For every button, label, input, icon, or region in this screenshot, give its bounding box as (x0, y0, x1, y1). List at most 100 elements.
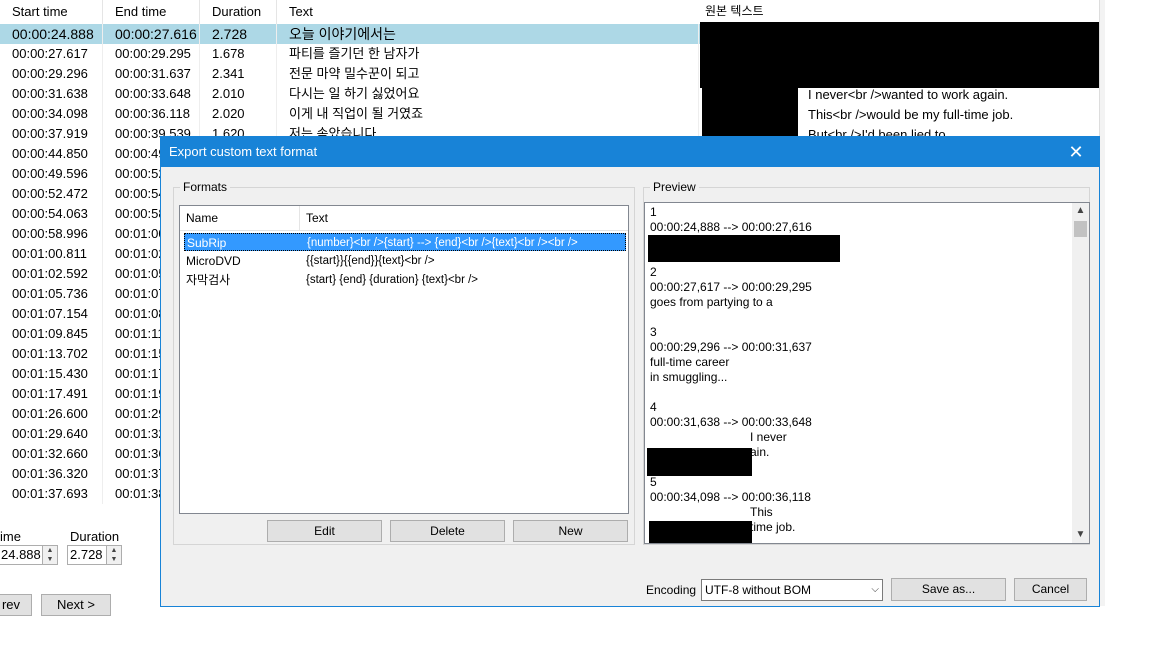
spin-up-icon[interactable]: ▲ (42, 546, 57, 555)
chevron-down-icon: ⌵ (871, 584, 879, 595)
close-icon[interactable]: ✕ (1061, 137, 1091, 167)
table-row[interactable]: 00:00:29.296 00:00:31.637 2.341 전문 마약 밀수꾼이 … (0, 64, 700, 84)
preview-line: 00:00:29,296 --> 00:00:31,637 (650, 340, 812, 354)
duration-label: Duration (70, 529, 120, 544)
format-text: {number}<br />{start} --> {end}<br />{te… (307, 237, 578, 249)
cell-start: 00:00:34.098 (0, 104, 103, 124)
preview-scrollbar[interactable]: ▲ ▼ (1072, 203, 1089, 543)
new-button[interactable]: New (513, 520, 628, 542)
cell-end: 00:00:36.118 (103, 104, 200, 124)
col-format-text[interactable]: Text (300, 206, 624, 230)
preview-line: This (750, 505, 773, 519)
delete-button[interactable]: Delete (390, 520, 505, 542)
col-end-time[interactable]: End time (103, 0, 200, 24)
cell-duration: 2.341 (200, 64, 277, 84)
original-line: This<br />would be my full-time job. (808, 107, 1014, 122)
cell-start: 00:00:49.596 (0, 164, 103, 184)
format-row-custom[interactable]: 자막검사 {start} {end} {duration} {text}<br … (184, 271, 626, 289)
cell-start: 00:01:15.430 (0, 364, 103, 384)
cell-end: 00:00:33.648 (103, 84, 200, 104)
encoding-select[interactable]: UTF-8 without BOM ⌵ (701, 579, 883, 601)
cell-start: 00:01:05.736 (0, 284, 103, 304)
col-name[interactable]: Name (180, 206, 300, 230)
preview-line: in smuggling... (650, 370, 728, 384)
cell-start: 00:01:00.811 (0, 244, 103, 264)
col-duration[interactable]: Duration (200, 0, 277, 24)
export-dialog: Export custom text format ✕ Formats Name… (160, 136, 1100, 607)
dialog-titlebar[interactable]: Export custom text format ✕ (161, 137, 1099, 167)
start-time-value: 24.888 (1, 547, 41, 562)
next-button[interactable]: Next > (41, 594, 111, 616)
preview-line: 1 (650, 205, 657, 219)
cell-start: 00:01:13.702 (0, 344, 103, 364)
col-text[interactable]: Text (277, 0, 699, 24)
format-row-subrip[interactable]: SubRip {number}<br />{start} --> {end}<b… (184, 233, 626, 251)
format-text: {start} {end} {duration} {text}<br /> (306, 274, 479, 286)
spin-down-icon[interactable]: ▼ (42, 555, 57, 564)
encoding-value: UTF-8 without BOM (705, 583, 812, 597)
formats-group: Formats Name Text SubRip {number}<br />{… (173, 180, 635, 545)
duration-value: 2.728 (70, 547, 103, 562)
cell-start: 00:01:32.660 (0, 444, 103, 464)
preview-group: Preview 100:00:24,888 --> 00:00:27,616p2… (643, 180, 1090, 545)
formats-title: Formats (180, 180, 231, 194)
formats-list[interactable]: Name Text SubRip {number}<br />{start} -… (179, 205, 629, 514)
preview-line: I never (750, 430, 787, 444)
cell-start: 00:01:17.491 (0, 384, 103, 404)
redaction-block (647, 448, 752, 476)
cell-start: 00:01:09.845 (0, 324, 103, 344)
format-row-microdvd[interactable]: MicroDVD {{start}}{{end}}{text}<br /> (184, 252, 626, 270)
preview-line: 5 (650, 475, 657, 489)
spin-up-icon[interactable]: ▲ (106, 546, 121, 555)
redaction-block (700, 22, 1100, 88)
table-row[interactable]: 00:00:31.638 00:00:33.648 2.010 다시는 일 하기 싫었… (0, 84, 700, 104)
format-name: MicroDVD (186, 254, 241, 268)
cell-duration: 1.678 (200, 44, 277, 64)
table-row[interactable]: 00:00:34.098 00:00:36.118 2.020 이게 내 직업이 될 … (0, 104, 700, 124)
cell-start: 00:01:26.600 (0, 404, 103, 424)
cell-text: 다시는 일 하기 싫었어요 (277, 84, 699, 104)
preview-line: time job. (750, 520, 796, 534)
format-text: {{start}}{{end}}{text}<br /> (306, 255, 435, 267)
cell-end: 00:00:27.616 (103, 24, 200, 44)
cell-start: 00:00:37.919 (0, 124, 103, 144)
scroll-thumb[interactable] (1074, 221, 1087, 237)
cell-start: 00:00:54.063 (0, 204, 103, 224)
cell-start: 00:00:29.296 (0, 64, 103, 84)
save-as-button[interactable]: Save as... (891, 578, 1006, 601)
cell-start: 00:00:58.996 (0, 224, 103, 244)
preview-line: 4 (650, 400, 657, 414)
original-text-header: 원본 텍스트 (705, 4, 764, 18)
preview-line: 2 (650, 265, 657, 279)
dialog-title: Export custom text format (169, 144, 318, 159)
cell-text: 파티를 즐기던 한 남자가 (277, 44, 699, 64)
duration-input[interactable]: 2.728 ▲ ▼ (67, 545, 122, 565)
table-row[interactable]: 00:00:27.617 00:00:29.295 1.678 파티를 즐기던 한 남… (0, 44, 700, 64)
cell-start: 00:01:02.592 (0, 264, 103, 284)
preview-title: Preview (650, 180, 699, 194)
table-row[interactable]: 00:00:24.888 00:00:27.616 2.728 오늘 이야기에서는 (0, 24, 700, 44)
cell-start: 00:00:27.617 (0, 44, 103, 64)
start-time-input[interactable]: 24.888 ▲ ▼ (0, 545, 58, 565)
scroll-down-icon[interactable]: ▼ (1072, 527, 1089, 543)
preview-textbox[interactable]: 100:00:24,888 --> 00:00:27,616p200:00:27… (644, 202, 1090, 544)
cancel-button[interactable]: Cancel (1014, 578, 1087, 601)
preview-line: full-time career (650, 355, 730, 369)
spin-down-icon[interactable]: ▼ (106, 555, 121, 564)
formats-list-header: Name Text (180, 206, 628, 231)
redaction-block (649, 521, 752, 543)
preview-line: ain. (750, 445, 770, 459)
redaction-block (648, 235, 840, 262)
prev-button[interactable]: rev (0, 594, 32, 616)
preview-line: 00:00:34,098 --> 00:00:36,118 (650, 490, 811, 504)
start-time-label: ime (0, 529, 21, 544)
edit-button[interactable]: Edit (267, 520, 382, 542)
grid-header: Start time End time Duration Text (0, 0, 700, 25)
cell-duration: 2.010 (200, 84, 277, 104)
cell-text: 전문 마약 밀수꾼이 되고 (277, 64, 699, 84)
scroll-up-icon[interactable]: ▲ (1072, 203, 1089, 219)
preview-line: 00:00:27,617 --> 00:00:29,295 (650, 280, 812, 294)
preview-line: 00:00:24,888 --> 00:00:27,616 (650, 220, 812, 234)
cell-start: 00:00:31.638 (0, 84, 103, 104)
col-start-time[interactable]: Start time (0, 0, 103, 24)
